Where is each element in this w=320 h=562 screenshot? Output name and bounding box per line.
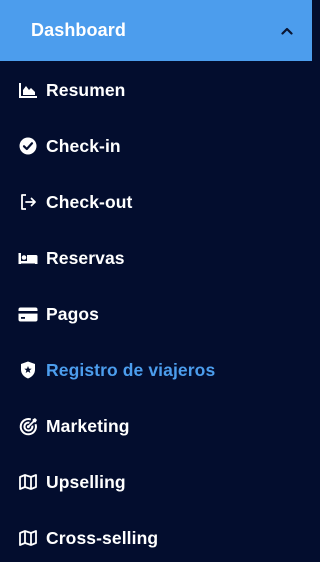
- sidebar-item-label: Check-out: [46, 191, 133, 212]
- area-chart-icon: [18, 80, 38, 100]
- sidebar-item-pagos[interactable]: Pagos: [0, 294, 312, 334]
- sidebar-item-label: Reservas: [46, 247, 125, 268]
- sidebar-item-label: Pagos: [46, 303, 100, 324]
- target-icon: [18, 416, 38, 436]
- sidebar-item-reservas[interactable]: Reservas: [0, 238, 312, 278]
- police-badge-icon: [18, 360, 38, 380]
- sidebar-menu: Resumen Check-in Check-out Reservas Pago…: [0, 61, 312, 562]
- sidebar-item-registro-de-viajeros[interactable]: Registro de viajeros: [0, 350, 312, 390]
- sidebar-item-label: Marketing: [46, 415, 130, 436]
- dashboard-section-header[interactable]: Dashboard: [0, 0, 312, 61]
- sidebar-item-cross-selling[interactable]: Cross-selling: [0, 518, 312, 558]
- sidebar-item-check-in[interactable]: Check-in: [0, 126, 312, 166]
- sidebar-item-label: Resumen: [46, 79, 126, 100]
- sidebar-item-label: Check-in: [46, 135, 121, 156]
- bed-icon: [18, 248, 38, 268]
- check-circle-icon: [18, 136, 38, 156]
- sidebar-item-upselling[interactable]: Upselling: [0, 462, 312, 502]
- sidebar-item-marketing[interactable]: Marketing: [0, 406, 312, 446]
- map-icon: [18, 472, 38, 492]
- sidebar-item-label: Upselling: [46, 471, 126, 492]
- sidebar-item-label: Cross-selling: [46, 527, 159, 548]
- chevron-up-icon[interactable]: [280, 24, 294, 38]
- sidebar-item-resumen[interactable]: Resumen: [0, 70, 312, 110]
- sign-out-icon: [18, 192, 38, 212]
- map-icon: [18, 528, 38, 548]
- sidebar-item-check-out[interactable]: Check-out: [0, 182, 312, 222]
- credit-card-icon: [18, 304, 38, 324]
- dashboard-title: Dashboard: [31, 20, 126, 40]
- sidebar-item-label: Registro de viajeros: [46, 359, 216, 380]
